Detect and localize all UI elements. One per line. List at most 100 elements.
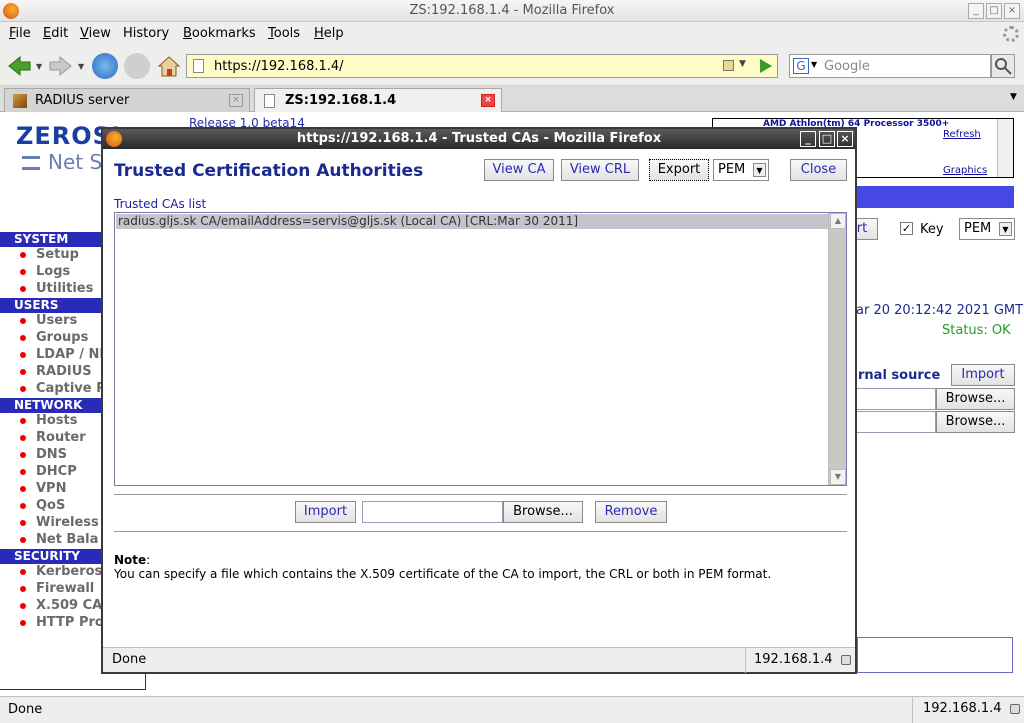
dialog-firefox-icon	[106, 131, 122, 147]
back-arrow-icon[interactable]	[6, 53, 32, 79]
menu-view[interactable]: View	[80, 26, 111, 41]
sidebar-item-captive[interactable]: Captive P	[20, 381, 106, 396]
menu-edit[interactable]: Edit	[43, 26, 68, 41]
file-field-2[interactable]	[856, 411, 936, 433]
sidebar-item-net-balancer[interactable]: Net Bala	[20, 532, 98, 547]
logo-subtitle: Net S	[48, 150, 103, 174]
external-source-label: rnal source	[858, 368, 941, 383]
refresh-link[interactable]: Refresh	[943, 129, 981, 140]
section-users: USERS	[0, 298, 101, 313]
menu-bookmarks[interactable]: Bookmarks	[183, 26, 256, 41]
ca-list[interactable]: radius.gljs.sk CA/emailAddress=servis@gl…	[114, 212, 847, 486]
sidebar-item-users[interactable]: Users	[20, 313, 77, 328]
search-magnifier-icon[interactable]	[991, 54, 1015, 78]
forward-arrow-icon[interactable]	[48, 53, 74, 79]
url-text[interactable]: https://192.168.1.4/	[214, 59, 344, 74]
sidebar-item-http-proxy[interactable]: HTTP Pro	[20, 615, 104, 630]
scroll-down-icon[interactable]: ▼	[830, 469, 846, 485]
dialog-minimize-icon[interactable]: _	[800, 131, 816, 147]
key-format-select[interactable]: PEM ▼	[959, 218, 1015, 240]
cpu-box-scrollbar[interactable]	[997, 119, 1013, 177]
sidebar-item-hosts[interactable]: Hosts	[20, 413, 78, 428]
sidebar-item-dhcp[interactable]: DHCP	[20, 464, 77, 479]
navigation-toolbar: ▼ ▼ https://192.168.1.4/ ▼ G ▼ Google	[0, 46, 1024, 86]
browse-button-1[interactable]: Browse...	[936, 388, 1015, 410]
menubar: File Edit View History Bookmarks Tools H…	[0, 22, 1024, 46]
dialog-status-host: 192.168.1.4	[745, 648, 855, 673]
url-bar[interactable]: https://192.168.1.4/ ▼	[186, 54, 778, 78]
note-text: You can specify a file which contains th…	[114, 567, 772, 581]
export-format-select[interactable]: PEM ▼	[713, 159, 769, 181]
status-text: Done	[8, 702, 43, 717]
dialog-titlebar: https://192.168.1.4 - Trusted CAs - Mozi…	[103, 129, 855, 149]
menu-history[interactable]: History	[123, 26, 169, 41]
lock-icon[interactable]	[840, 654, 851, 665]
menu-tools[interactable]: Tools	[268, 26, 300, 41]
sidebar-item-x509-ca[interactable]: X.509 CA	[20, 598, 102, 613]
menu-file[interactable]: File	[9, 26, 31, 41]
lock-icon[interactable]	[1009, 703, 1020, 714]
minimize-icon[interactable]: _	[968, 3, 984, 19]
tab-radius-server[interactable]: RADIUS server ×	[4, 88, 250, 112]
close-icon[interactable]: ×	[1004, 3, 1020, 19]
remove-button[interactable]: Remove	[595, 501, 667, 523]
key-checkbox[interactable]: ✓	[900, 222, 913, 235]
sidebar-item-radius[interactable]: RADIUS	[20, 364, 92, 379]
section-security: SECURITY	[0, 549, 101, 564]
tab-page-icon	[264, 94, 275, 108]
import-ca-button[interactable]: Import	[295, 501, 356, 523]
view-ca-button[interactable]: View CA	[484, 159, 554, 181]
site-lock-icon[interactable]	[723, 60, 734, 71]
sidebar-item-utilities[interactable]: Utilities	[20, 281, 93, 296]
search-box[interactable]: G ▼ Google	[789, 54, 991, 78]
google-engine-icon[interactable]: G	[793, 58, 809, 74]
note-colon: :	[146, 553, 151, 567]
maximize-icon[interactable]: □	[986, 3, 1002, 19]
engine-dropdown-icon[interactable]: ▼	[811, 60, 817, 69]
home-icon[interactable]	[156, 53, 182, 79]
trusted-cas-dialog: https://192.168.1.4 - Trusted CAs - Mozi…	[101, 127, 857, 674]
status-bar: Done 192.168.1.4	[0, 696, 1024, 723]
sidebar-item-wireless[interactable]: Wireless	[20, 515, 99, 530]
tab-zs-active[interactable]: ZS:192.168.1.4 ×	[254, 88, 502, 112]
close-button[interactable]: Close	[790, 159, 847, 181]
browse-button[interactable]: Browse...	[503, 501, 583, 523]
dialog-maximize-icon[interactable]: □	[819, 131, 835, 147]
sidebar-item-router[interactable]: Router	[20, 430, 86, 445]
file-field-1[interactable]	[856, 388, 936, 410]
stop-icon[interactable]	[124, 53, 150, 79]
sidebar-item-firewall[interactable]: Firewall	[20, 581, 94, 596]
view-crl-button[interactable]: View CRL	[561, 159, 639, 181]
sidebar-item-qos[interactable]: QoS	[20, 498, 65, 513]
reload-icon[interactable]	[92, 53, 118, 79]
key-label: Key	[920, 222, 944, 237]
back-history-icon[interactable]: ▼	[36, 62, 42, 71]
sidebar-item-ldap[interactable]: LDAP / NI	[20, 347, 104, 362]
dialog-close-icon[interactable]: ×	[837, 131, 853, 147]
sidebar-item-setup[interactable]: Setup	[20, 247, 79, 262]
tab-label: ZS:192.168.1.4	[285, 93, 397, 108]
menu-help[interactable]: Help	[314, 26, 344, 41]
sidebar-item-logs[interactable]: Logs	[20, 264, 70, 279]
scroll-up-icon[interactable]: ▲	[830, 213, 846, 229]
ca-list-item[interactable]: radius.gljs.sk CA/emailAddress=servis@gl…	[116, 214, 829, 229]
go-arrow-icon[interactable]	[760, 59, 772, 73]
forward-history-icon[interactable]: ▼	[78, 62, 84, 71]
divider	[114, 494, 847, 495]
export-button[interactable]: Export	[649, 159, 709, 181]
divider	[114, 531, 847, 532]
tab-close-icon[interactable]: ×	[481, 94, 495, 107]
sidebar-item-dns[interactable]: DNS	[20, 447, 67, 462]
url-dropdown-icon[interactable]: ▼	[739, 59, 746, 69]
tab-close-icon[interactable]: ×	[229, 94, 243, 107]
import-button[interactable]: Import	[951, 364, 1015, 386]
browse-button-2[interactable]: Browse...	[936, 411, 1015, 433]
sidebar-item-groups[interactable]: Groups	[20, 330, 88, 345]
import-file-field[interactable]	[362, 501, 503, 523]
sidebar-item-vpn[interactable]: VPN	[20, 481, 66, 496]
ca-list-scrollbar[interactable]: ▲ ▼	[828, 213, 846, 485]
tab-list-icon[interactable]: ▼	[1010, 92, 1017, 102]
graphics-link[interactable]: Graphics	[943, 165, 987, 176]
note-title: Note	[114, 553, 147, 567]
sidebar-item-kerberos[interactable]: Kerberos	[20, 564, 102, 579]
